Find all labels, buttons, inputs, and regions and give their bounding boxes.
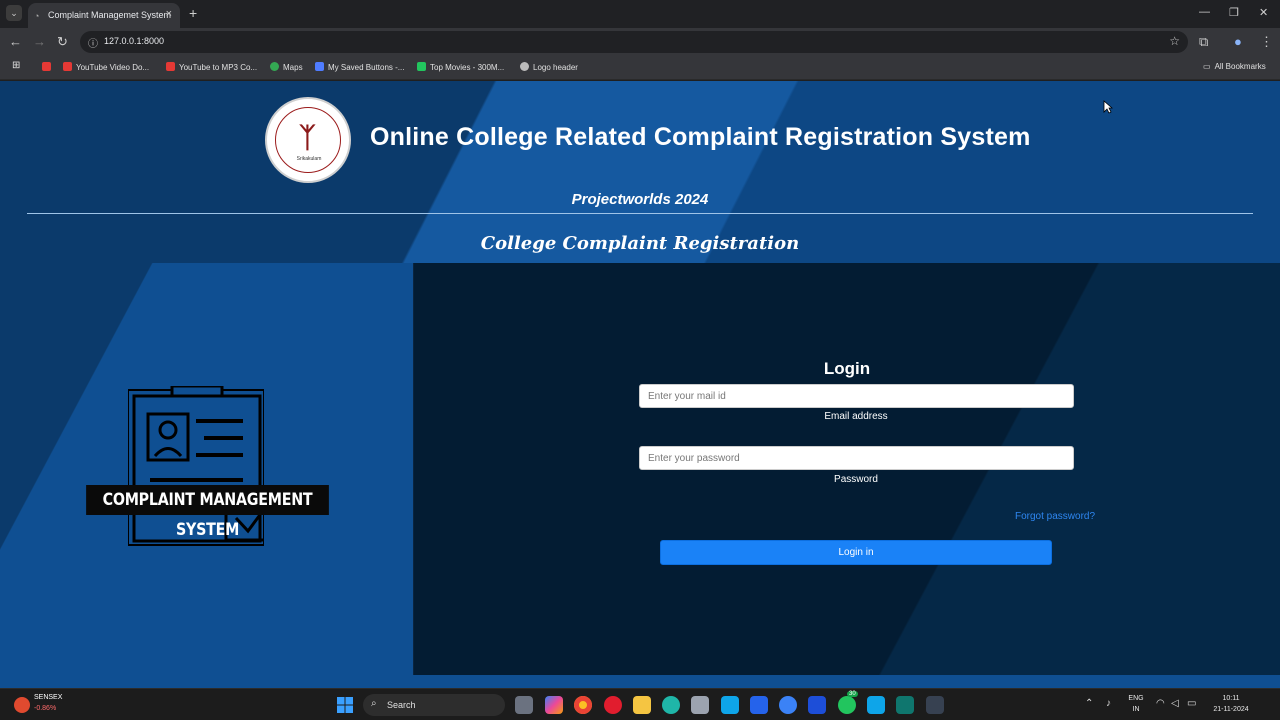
taskbar-search[interactable]: ⌕ Search [363,694,505,716]
bookmark-youtube-icon[interactable] [42,62,55,72]
bookmark-star-icon[interactable]: ☆ [1169,34,1180,48]
battery-icon[interactable]: ▭ [1187,698,1196,709]
page-subtitle: Projectworlds 2024 [571,191,709,208]
tab-bar: ⌄ ◔ Complaint Managemet System × + — ❐ ✕ [0,0,1280,28]
tab-favicon-icon: ◔ [34,11,40,21]
password-input[interactable] [639,446,1074,470]
footer-strip [0,675,1280,688]
show-hidden-icons[interactable]: ⌃ [1085,698,1093,709]
left-panel: COMPLAINT MANAGEMENT SYSTEM [0,263,414,675]
bookmark-item[interactable]: YouTube Video Do... [63,62,149,72]
whatsapp-icon[interactable]: 30 [838,691,858,714]
folder-icon: ▭ [1203,62,1211,71]
logo-text: Srikakulam [296,156,322,162]
web-page: ᛉ Srikakulam Online College Related Comp… [0,81,1280,688]
bookmarks-bar: ⊞ YouTube Video Do... YouTube to MP3 Co.… [0,56,1280,80]
app-icon[interactable] [721,696,739,714]
site-info-icon[interactable]: ⓘ [88,35,98,50]
whatsapp-badge: 30 [847,691,858,697]
taskbar: SENSEX -0.86% ⌕ Search 30 ⌃ ♪ ENG IN ◠ ◁… [0,688,1280,720]
reload-icon[interactable]: ↻ [57,34,68,50]
login-button[interactable]: Login in [660,540,1052,565]
address-bar[interactable]: ⓘ 127.0.0.1:8000 ☆ [80,31,1188,53]
close-window-icon[interactable]: ✕ [1259,6,1268,19]
wifi-icon[interactable]: ◠ [1156,698,1165,709]
section-title: College Complaint Registration [480,233,800,254]
login-panel: Login Email address Password Forgot pass… [414,263,1280,675]
app-icon[interactable] [779,696,797,714]
forward-icon[interactable]: → [33,34,46,49]
email-input[interactable] [639,384,1074,408]
volume-icon[interactable]: ◁ [1171,698,1179,709]
active-tab[interactable]: ◔ Complaint Managemet System × [28,3,180,28]
vscode-icon[interactable] [867,696,885,714]
cms-banner: COMPLAINT MANAGEMENT SYSTEM [86,485,329,540]
restore-icon[interactable]: ❐ [1229,6,1239,19]
bookmark-item[interactable]: Top Movies - 300M... [417,62,504,72]
clock-time[interactable]: 10:11 [1206,695,1256,702]
bookmark-item[interactable]: Logo header [520,62,578,72]
url-text: 127.0.0.1:8000 [104,36,165,46]
bookmark-item[interactable]: My Saved Buttons -... [315,62,404,72]
password-label: Password [834,474,878,485]
language-indicator[interactable]: ENG [1126,695,1146,702]
tab-title: Complaint Managemet System [48,10,172,20]
profile-icon[interactable]: ● [1234,34,1242,49]
edge-icon[interactable] [662,696,680,714]
tab-close-icon[interactable]: × [166,8,172,20]
extensions-icon[interactable]: ⧉ [1199,34,1208,50]
mouse-cursor-icon [1103,100,1113,114]
apps-grid-icon[interactable]: ⊞ [12,60,20,71]
minimize-icon[interactable]: — [1199,6,1210,18]
login-title: Login [823,359,871,378]
opera-icon[interactable] [604,696,622,714]
all-bookmarks[interactable]: ▭ All Bookmarks [1203,62,1266,71]
app-icon[interactable] [896,696,914,714]
browser-menu-icon[interactable]: ⋮ [1260,34,1273,50]
page-title: Online College Related Complaint Registr… [370,123,1031,151]
new-tab-icon[interactable]: + [189,5,197,21]
bookmark-item[interactable]: Maps [270,62,303,72]
forgot-password-link[interactable]: Forgot password? [1015,511,1095,522]
ticker-name: SENSEX [34,694,63,701]
search-icon: ⌕ [371,698,377,709]
college-logo: ᛉ Srikakulam [265,97,351,183]
tab-search-button[interactable]: ⌄ [6,5,22,21]
copilot-icon[interactable] [545,696,563,714]
stock-widget-icon[interactable] [14,697,30,713]
chrome-icon[interactable] [574,696,592,714]
windows-start-icon[interactable] [337,697,353,713]
site-header: ᛉ Srikakulam Online College Related Comp… [0,81,1280,263]
microphone-icon[interactable]: ♪ [1106,698,1111,709]
task-view-icon[interactable] [515,696,533,714]
back-icon[interactable]: ← [9,34,22,49]
logo-figure-icon: ᛉ [299,122,316,153]
store-icon[interactable] [691,696,709,714]
app-icon[interactable] [750,696,768,714]
browser-toolbar: ← → ↻ ⓘ 127.0.0.1:8000 ☆ ⧉ ● ⋮ [0,28,1280,56]
region-indicator: IN [1132,706,1140,713]
clock-date: 21-11-2024 [1213,706,1249,713]
word-icon[interactable] [808,696,826,714]
terminal-icon[interactable] [926,696,944,714]
bookmark-item[interactable]: YouTube to MP3 Co... [166,62,257,72]
email-label: Email address [824,411,888,422]
header-divider [27,213,1253,214]
file-explorer-icon[interactable] [633,696,651,714]
ticker-value: -0.86% [34,705,57,712]
